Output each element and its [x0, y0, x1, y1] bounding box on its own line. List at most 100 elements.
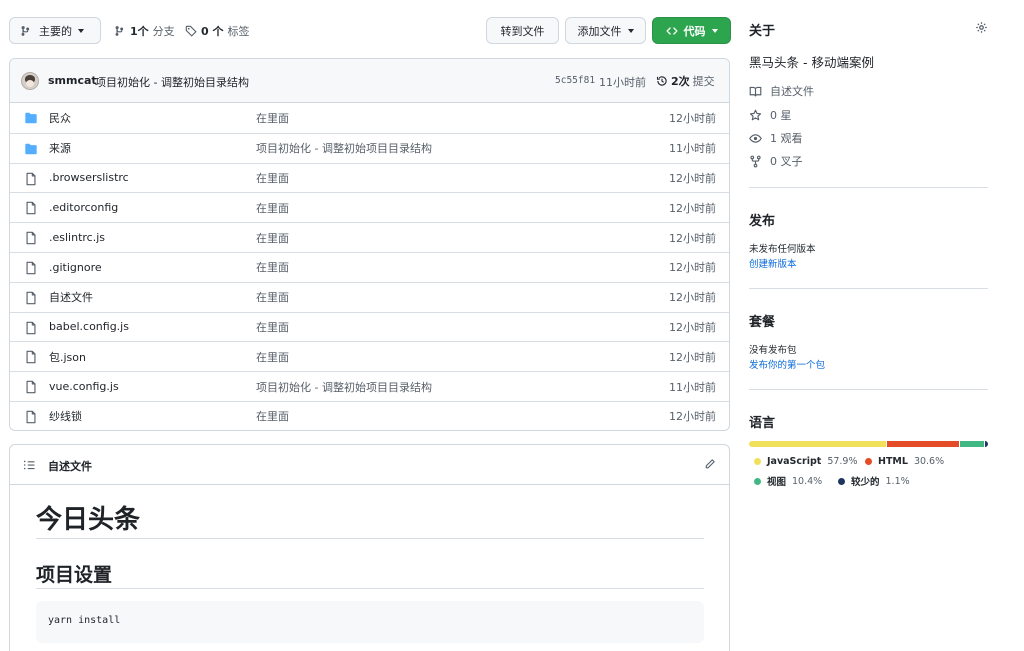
file-row[interactable]: .gitignore 在里面 12小时前: [10, 252, 729, 282]
file-commit-message[interactable]: 项目初始化 - 调整初始项目目录结构: [256, 379, 432, 395]
branches-label: 分支: [152, 24, 175, 38]
book-icon: [749, 86, 762, 96]
packages-title[interactable]: 套餐: [749, 311, 775, 330]
readme-link[interactable]: 自述文件: [749, 83, 814, 99]
file-row[interactable]: 纱线锁 在里面 12小时前: [10, 401, 729, 430]
file-name[interactable]: .browserslistrc: [49, 171, 129, 184]
code-button[interactable]: 代码: [652, 17, 731, 44]
folder-icon: [25, 143, 37, 155]
readme-heading-1: 今日头条: [36, 505, 141, 535]
list-icon[interactable]: [24, 459, 36, 471]
publish-package-link[interactable]: 发布你的第一个包: [749, 357, 825, 371]
commit-author[interactable]: smmcat: [48, 74, 97, 87]
file-row[interactable]: 民众 在里面 12小时前: [10, 103, 729, 133]
file-row[interactable]: vue.config.js 项目初始化 - 调整初始项目目录结构 11小时前: [10, 371, 729, 401]
add-file-button[interactable]: 添加文件: [565, 17, 646, 44]
language-name: HTML: [878, 456, 908, 467]
chevron-down-icon: [711, 28, 718, 33]
file-icon: [26, 291, 36, 305]
gear-icon[interactable]: [975, 21, 988, 34]
file-row[interactable]: babel.config.js 在里面 12小时前: [10, 311, 729, 342]
create-release-link[interactable]: 创建新版本: [749, 256, 797, 270]
language-bar-segment: [749, 441, 886, 447]
pencil-icon[interactable]: [704, 458, 716, 470]
forks-link[interactable]: 0 叉子: [749, 153, 803, 169]
language-item[interactable]: HTML 30.6%: [865, 456, 944, 467]
file-commit-message[interactable]: 在里面: [256, 289, 289, 305]
branch-select-button[interactable]: 主要的: [9, 17, 101, 44]
chevron-down-icon: [78, 28, 84, 33]
file-age: 12小时前: [669, 171, 716, 185]
readme-link-label: 自述文件: [770, 85, 814, 98]
tags-link[interactable]: 0 个 标签: [185, 17, 249, 44]
file-commit-message[interactable]: 在里面: [256, 408, 289, 424]
file-name[interactable]: 民众: [49, 110, 71, 126]
language-item[interactable]: 视图 10.4%: [754, 474, 822, 488]
file-name[interactable]: 纱线锁: [49, 408, 82, 424]
file-name[interactable]: babel.config.js: [49, 320, 129, 333]
language-item[interactable]: 较少的 1.1%: [838, 474, 910, 488]
file-name[interactable]: vue.config.js: [49, 380, 119, 393]
eye-icon: [749, 133, 762, 143]
file-name[interactable]: .editorconfig: [49, 201, 118, 214]
readme-title: 自述文件: [48, 460, 92, 473]
branches-link[interactable]: 1个 分支: [114, 17, 175, 44]
file-icon: [26, 321, 36, 334]
language-percent: 57.9%: [827, 456, 858, 467]
history-icon: [656, 76, 667, 86]
file-age: 12小时前: [669, 111, 716, 125]
file-row[interactable]: 包.json 在里面 12小时前: [10, 341, 729, 371]
stars-link[interactable]: 0 星: [749, 107, 792, 123]
file-name[interactable]: 来源: [49, 140, 71, 156]
file-commit-message[interactable]: 在里面: [256, 349, 289, 365]
goto-file-button[interactable]: 转到文件: [486, 17, 559, 44]
file-name[interactable]: 自述文件: [49, 289, 93, 305]
file-icon: [26, 202, 36, 215]
commits-link[interactable]: 2次 提交: [656, 73, 715, 89]
file-commit-message[interactable]: 在里面: [256, 259, 289, 275]
watchers-label: 1 观看: [770, 132, 803, 145]
file-icon: [26, 380, 36, 394]
file-icon: [26, 261, 36, 275]
file-commit-message[interactable]: 在里面: [256, 110, 289, 126]
file-row[interactable]: 自述文件 在里面 12小时前: [10, 281, 729, 312]
language-item[interactable]: JavaScript 57.9%: [754, 456, 858, 467]
file-icon: [26, 410, 36, 424]
file-commit-message[interactable]: 在里面: [256, 319, 289, 335]
file-commit-message[interactable]: 在里面: [256, 200, 289, 216]
file-commit-message[interactable]: 在里面: [256, 230, 289, 246]
file-name[interactable]: .gitignore: [49, 261, 102, 274]
file-name[interactable]: .eslintrc.js: [49, 231, 105, 244]
language-bar-segment: [959, 441, 985, 447]
commit-message[interactable]: 项目初始化 - 调整初始目录结构: [95, 74, 249, 90]
language-percent: 1.1%: [885, 475, 910, 487]
avatar[interactable]: [21, 72, 39, 90]
divider: [36, 538, 704, 539]
releases-title[interactable]: 发布: [749, 210, 775, 229]
commit-time: 11小时前: [599, 76, 646, 89]
file-list: smmcat 项目初始化 - 调整初始目录结构 5c55f81 11小时前 2次…: [9, 58, 730, 431]
file-row[interactable]: .browserslistrc 在里面 12小时前: [10, 162, 729, 193]
readme-header: 自述文件: [10, 445, 729, 485]
branches-count: 1个: [130, 24, 149, 38]
file-name[interactable]: 包.json: [49, 349, 86, 365]
tags-count: 0 个: [201, 24, 224, 38]
file-commit-message[interactable]: 在里面: [256, 170, 289, 186]
language-color-dot: [838, 477, 845, 485]
file-commit-message[interactable]: 项目初始化 - 调整初始项目目录结构: [256, 140, 432, 156]
stars-label: 0 星: [770, 109, 792, 122]
file-row[interactable]: .eslintrc.js 在里面 12小时前: [10, 222, 729, 252]
watchers-link[interactable]: 1 观看: [749, 130, 803, 146]
language-percent: 10.4%: [792, 475, 823, 487]
file-row[interactable]: .editorconfig 在里面 12小时前: [10, 192, 729, 222]
file-row[interactable]: 来源 项目初始化 - 调整初始项目目录结构 11小时前: [10, 132, 729, 163]
releases-empty: 未发布任何版本: [749, 244, 816, 255]
divider: [36, 588, 704, 589]
forks-label: 0 叉子: [770, 155, 803, 168]
readme-heading-2: 项目设置: [36, 564, 113, 586]
language-color-dot: [865, 458, 872, 465]
commit-hash[interactable]: 5c55f81: [555, 75, 595, 86]
latest-commit-bar: smmcat 项目初始化 - 调整初始目录结构 5c55f81 11小时前 2次…: [10, 59, 729, 103]
readme-panel: 自述文件 今日头条 项目设置 yarn install: [9, 444, 730, 651]
code-icon: [665, 26, 678, 35]
